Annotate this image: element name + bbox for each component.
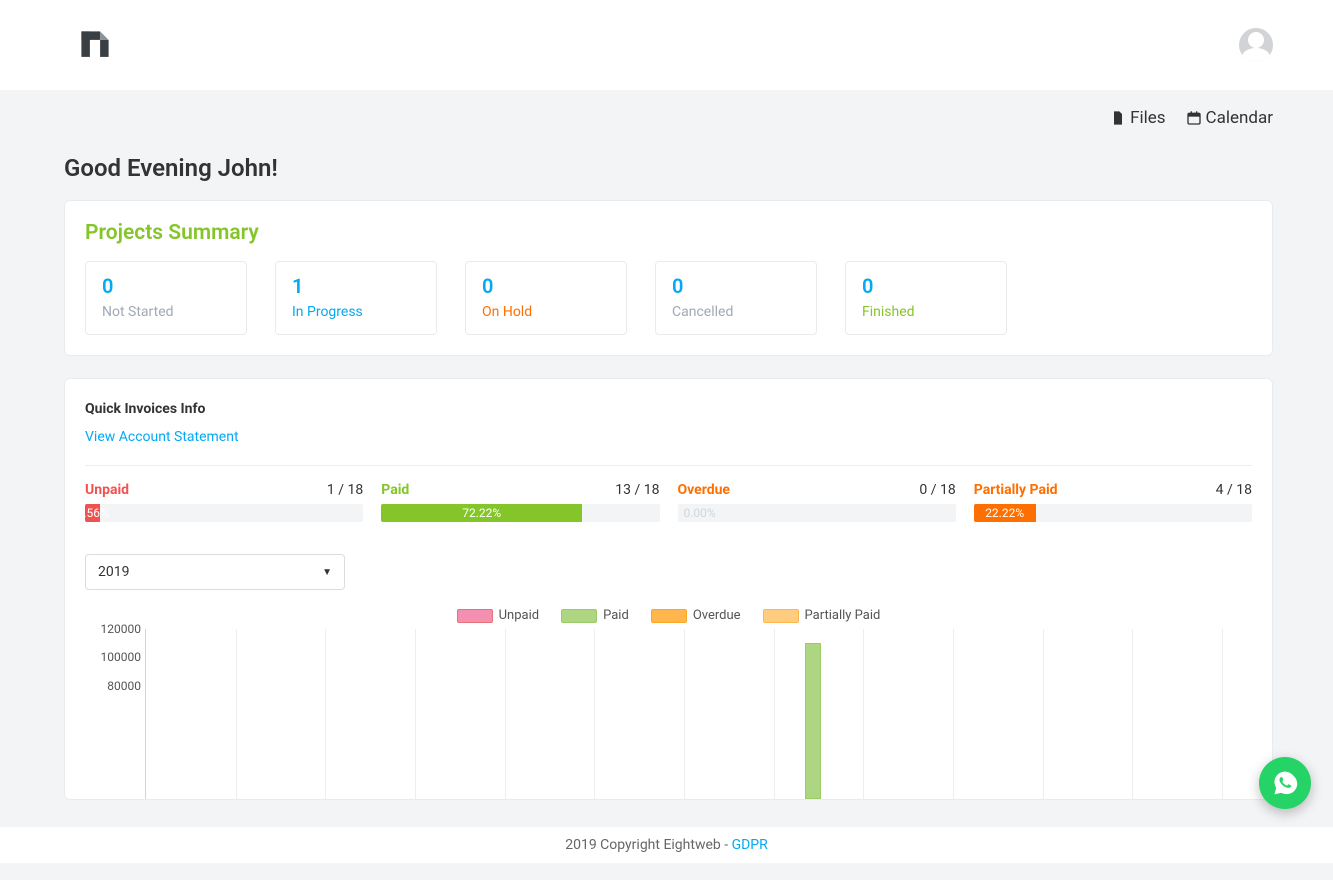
progress-fraction: 1 / 18 bbox=[327, 482, 363, 498]
footer-text: 2019 Copyright Eightweb - bbox=[565, 837, 731, 853]
projects-summary-card: Projects Summary 0 Not Started 1 In Progres… bbox=[64, 200, 1273, 356]
y-tick: 80000 bbox=[107, 679, 141, 693]
legend-swatch bbox=[763, 609, 799, 623]
legend-label: Paid bbox=[603, 608, 629, 623]
stat-box[interactable]: 0 On Hold bbox=[465, 261, 627, 335]
logo-icon bbox=[78, 28, 112, 62]
chart-legend: Unpaid Paid Overdue Partially Paid bbox=[85, 608, 1252, 623]
progress-name: Partially Paid bbox=[974, 482, 1058, 498]
legend-label: Partially Paid bbox=[805, 608, 881, 623]
grid-line bbox=[953, 629, 954, 799]
legend-item[interactable]: Overdue bbox=[651, 608, 741, 623]
stat-label: In Progress bbox=[292, 304, 420, 320]
gdpr-link[interactable]: GDPR bbox=[732, 837, 768, 853]
grid-line bbox=[1222, 629, 1223, 799]
grid-line bbox=[684, 629, 685, 799]
whatsapp-fab[interactable] bbox=[1259, 757, 1311, 809]
legend-label: Unpaid bbox=[499, 608, 539, 623]
legend-swatch bbox=[561, 609, 597, 623]
progress-fraction: 4 / 18 bbox=[1216, 482, 1252, 498]
y-tick: 100000 bbox=[101, 650, 141, 664]
stat-value: 0 bbox=[482, 274, 610, 298]
stat-value: 1 bbox=[292, 274, 420, 298]
progress-col: Unpaid 1 / 18 5.56% bbox=[85, 482, 363, 522]
stat-value: 0 bbox=[862, 274, 990, 298]
progress-ghost: 0.00% bbox=[684, 504, 716, 522]
stat-box[interactable]: 1 In Progress bbox=[275, 261, 437, 335]
progress-fraction: 0 / 18 bbox=[919, 482, 955, 498]
progress-fill: 72.22% bbox=[381, 504, 582, 522]
calendar-icon bbox=[1186, 109, 1202, 127]
files-link[interactable]: Files bbox=[1110, 108, 1165, 128]
top-nav: Files Calendar bbox=[0, 90, 1333, 134]
files-label: Files bbox=[1130, 108, 1165, 128]
invoices-title: Quick Invoices Info bbox=[85, 401, 1252, 417]
y-axis: 12000010000080000 bbox=[85, 629, 141, 799]
progress-row: Unpaid 1 / 18 5.56% Paid 13 / 18 72.22% Overdu… bbox=[85, 482, 1252, 522]
grid-line bbox=[1132, 629, 1133, 799]
file-icon bbox=[1110, 109, 1126, 127]
grid-line bbox=[325, 629, 326, 799]
view-statement-link[interactable]: View Account Statement bbox=[85, 429, 239, 445]
legend-swatch bbox=[651, 609, 687, 623]
avatar[interactable] bbox=[1239, 28, 1273, 62]
projects-title: Projects Summary bbox=[85, 221, 1252, 245]
bar-paid bbox=[805, 643, 821, 799]
year-select[interactable]: 2019 ▼ bbox=[85, 554, 345, 590]
stat-row: 0 Not Started 1 In Progress 0 On Hold 0 Cancell… bbox=[85, 261, 1252, 335]
chart-area: 12000010000080000 bbox=[145, 629, 1222, 799]
greeting: Good Evening John! bbox=[64, 154, 1273, 182]
progress-name: Paid bbox=[381, 482, 409, 498]
progress-name: Overdue bbox=[678, 482, 731, 498]
stat-value: 0 bbox=[102, 274, 230, 298]
page-body: Files Calendar Good Evening John! Projec… bbox=[0, 90, 1333, 880]
grid-line bbox=[415, 629, 416, 799]
progress-bar: 72.22% bbox=[381, 504, 659, 522]
calendar-label: Calendar bbox=[1206, 108, 1273, 128]
legend-item[interactable]: Partially Paid bbox=[763, 608, 881, 623]
progress-bar: 5.56% bbox=[85, 504, 363, 522]
grid-line bbox=[594, 629, 595, 799]
footer: 2019 Copyright Eightweb - GDPR bbox=[0, 827, 1333, 863]
topbar bbox=[0, 0, 1333, 90]
stat-label: Cancelled bbox=[672, 304, 800, 320]
whatsapp-icon bbox=[1271, 769, 1299, 797]
progress-col: Partially Paid 4 / 18 22.22% bbox=[974, 482, 1252, 522]
caret-icon: ▼ bbox=[322, 567, 332, 578]
logo[interactable] bbox=[78, 28, 112, 62]
grid-line bbox=[236, 629, 237, 799]
stat-value: 0 bbox=[672, 274, 800, 298]
plot bbox=[145, 629, 1222, 799]
progress-bar: 0.00% bbox=[678, 504, 956, 522]
stat-label: Finished bbox=[862, 304, 990, 320]
stat-box[interactable]: 0 Finished bbox=[845, 261, 1007, 335]
legend-item[interactable]: Unpaid bbox=[457, 608, 539, 623]
grid-line bbox=[863, 629, 864, 799]
progress-fill: 5.56% bbox=[85, 504, 100, 522]
progress-name: Unpaid bbox=[85, 482, 129, 498]
stat-box[interactable]: 0 Not Started bbox=[85, 261, 247, 335]
grid-line bbox=[774, 629, 775, 799]
grid-line bbox=[1043, 629, 1044, 799]
y-tick: 120000 bbox=[101, 622, 141, 636]
calendar-link[interactable]: Calendar bbox=[1186, 108, 1273, 128]
divider bbox=[85, 465, 1252, 466]
legend-swatch bbox=[457, 609, 493, 623]
progress-col: Paid 13 / 18 72.22% bbox=[381, 482, 659, 522]
legend-item[interactable]: Paid bbox=[561, 608, 629, 623]
legend-label: Overdue bbox=[693, 608, 741, 623]
progress-fraction: 13 / 18 bbox=[615, 482, 659, 498]
grid-line bbox=[505, 629, 506, 799]
year-value: 2019 bbox=[98, 564, 129, 580]
stat-label: On Hold bbox=[482, 304, 610, 320]
progress-bar: 22.22% bbox=[974, 504, 1252, 522]
invoices-card: Quick Invoices Info View Account Stateme… bbox=[64, 378, 1273, 800]
progress-col: Overdue 0 / 18 0.00% bbox=[678, 482, 956, 522]
progress-fill: 22.22% bbox=[974, 504, 1036, 522]
stat-label: Not Started bbox=[102, 304, 230, 320]
stat-box[interactable]: 0 Cancelled bbox=[655, 261, 817, 335]
